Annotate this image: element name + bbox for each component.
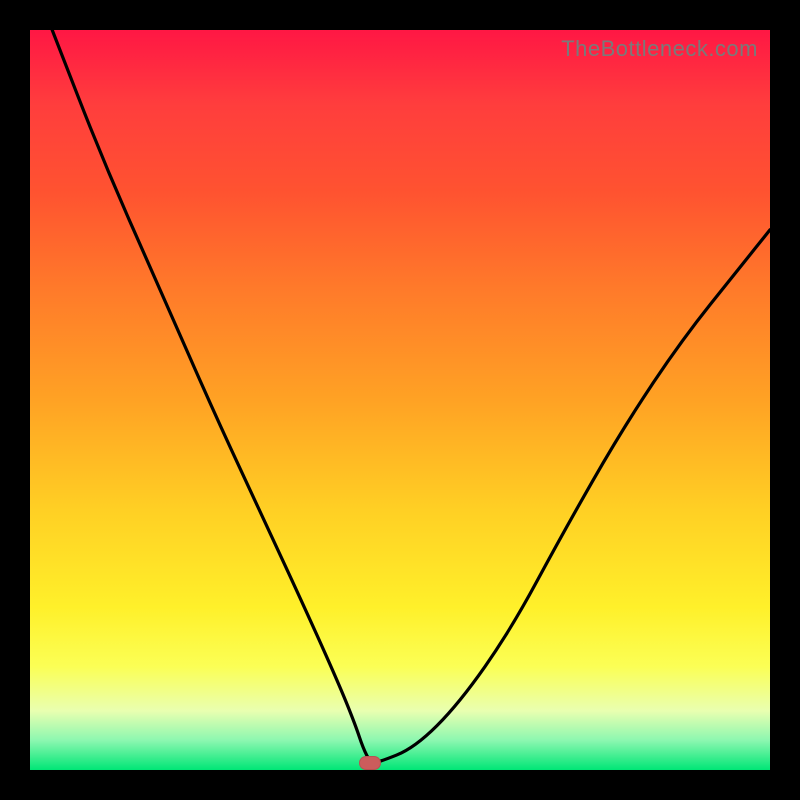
bottleneck-curve xyxy=(30,30,770,770)
chart-frame: TheBottleneck.com xyxy=(0,0,800,800)
min-marker xyxy=(359,756,381,770)
plot-area: TheBottleneck.com xyxy=(30,30,770,770)
curve-path xyxy=(52,30,770,763)
